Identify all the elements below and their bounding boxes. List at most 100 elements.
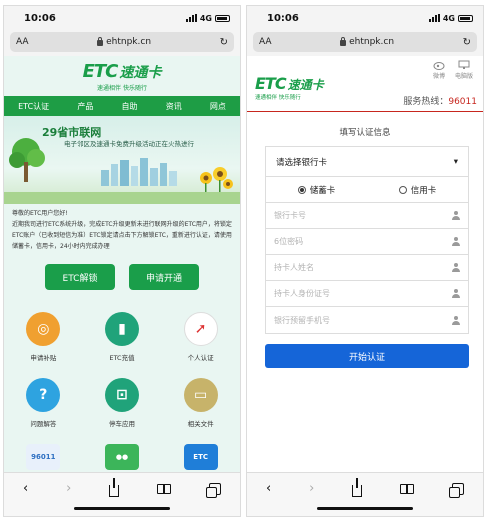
pin-input[interactable] (274, 237, 424, 246)
back-icon[interactable]: ‹ (23, 481, 28, 496)
tree-illustration (9, 138, 45, 182)
grid-item-subsidy[interactable]: ◎ 申请补贴 (4, 312, 83, 378)
nav-item-outlets[interactable]: 网点 (210, 101, 226, 112)
web-content: ETC 速通卡 速通相伴 快乐随行 ETC认证 产品 自助 资讯 网点 29省市… (4, 56, 240, 472)
screenshot: 10:06 4G AA ehtnpk.cn ↻ ETC 速通卡 速通相伴 快乐随… (0, 0, 488, 522)
address-bar[interactable]: AA ehtnpk.cn ↻ (10, 32, 234, 52)
notice-text: 尊敬的ETC用户您好! 近期我司进行ETC系统升级，完成ETC升级更新未进行联网… (4, 204, 240, 252)
hotline-96011-icon: 96011 (26, 444, 61, 470)
nav-item-etc-auth[interactable]: ETC认证 (18, 101, 49, 112)
reload-icon[interactable]: ↻ (463, 37, 471, 48)
status-time: 10:06 (24, 12, 56, 24)
right-phone-screen: 10:06 4G AA ehtnpk.cn ↻ ETC 速通卡 速通相伴 快乐随… (246, 5, 484, 517)
url-text[interactable]: ehtnpk.cn (349, 37, 394, 47)
forward-icon[interactable]: › (309, 481, 314, 496)
left-phone-screen: 10:06 4G AA ehtnpk.cn ↻ ETC 速通卡 速通相伴 快乐随… (3, 5, 241, 517)
card-number-row (266, 203, 468, 229)
wechat-icon: ●● (104, 444, 139, 470)
debit-card-radio[interactable]: 储蓄卡 (297, 184, 335, 196)
reload-icon[interactable]: ↻ (220, 37, 228, 48)
logo-cn-text: 速通卡 (287, 78, 324, 92)
forward-icon[interactable]: › (66, 481, 71, 496)
logo-etc-text: ETC (255, 74, 287, 93)
lock-icon (97, 37, 104, 46)
car-icon: ⊡ (104, 378, 139, 412)
site-logo[interactable]: ETC 速通卡 速通相伴 快乐随行 (4, 56, 240, 96)
bookmarks-icon[interactable] (400, 484, 415, 494)
auth-form: 请选择银行卡 ▾ 储蓄卡 信用卡 (265, 146, 469, 334)
battery-icon (215, 14, 230, 22)
user-icon (452, 289, 460, 298)
status-bar: 10:06 4G (247, 6, 483, 30)
share-icon[interactable] (352, 478, 363, 497)
signal-icon (185, 14, 197, 22)
hotline-number[interactable]: 96011 (448, 97, 477, 107)
home-indicator (317, 507, 413, 510)
card-number-input[interactable] (274, 211, 424, 220)
grid-item-etc-card[interactable]: ETC (161, 444, 240, 472)
service-grid: ◎ 申请补贴 ▮ ETC充值 ➚ 个人认证 ? 问题解答 ⊡ 停车应用 ▭ 相关… (4, 312, 240, 472)
nav-item-products[interactable]: 产品 (77, 101, 93, 112)
phone-row (266, 307, 468, 333)
main-nav: ETC认证 产品 自助 资讯 网点 (4, 96, 240, 116)
nav-item-self-service[interactable]: 自助 (122, 101, 138, 112)
nav-item-news[interactable]: 资讯 (166, 101, 182, 112)
promo-banner[interactable]: 29省市联网 电子邻区及速通卡免费升级活动正在火热进行 (4, 116, 240, 204)
card-type-group: 储蓄卡 信用卡 (266, 177, 468, 203)
bank-card-select[interactable]: 请选择银行卡 ▾ (266, 147, 468, 177)
grid-item-documents[interactable]: ▭ 相关文件 (161, 378, 240, 444)
cta-row: ETC解锁 申请开通 (4, 264, 240, 290)
weibo-icon (433, 62, 445, 70)
browser-toolbar: ‹ › (247, 472, 483, 516)
text-size-button[interactable]: AA (259, 37, 272, 47)
question-icon: ? (26, 378, 61, 412)
start-auth-button[interactable]: 开始认证 (265, 344, 469, 368)
site-header: ETC 速通卡 速通相伴 快乐随行 微博 电脑版 服务热线：96011 (247, 56, 483, 112)
notice-body: 近期我司进行ETC系统升级，完成ETC升级更新未进行联网升级的ETC用户，将锁定… (12, 221, 232, 250)
notice-greeting: 尊敬的ETC用户您好! (12, 210, 68, 217)
status-time: 10:06 (267, 12, 299, 24)
user-icon (452, 237, 460, 246)
grid-item-parking[interactable]: ⊡ 停车应用 (83, 378, 162, 444)
phone-input[interactable] (274, 315, 424, 325)
pc-version-link[interactable]: 电脑版 (455, 60, 473, 80)
bookmarks-icon[interactable] (157, 484, 172, 494)
grid-item-wechat[interactable]: ●● (83, 444, 162, 472)
logo-cn-text: 速通卡 (119, 64, 162, 81)
back-icon[interactable]: ‹ (266, 481, 271, 496)
browser-toolbar: ‹ › (4, 472, 240, 516)
radio-checked-icon (297, 185, 306, 194)
tabs-icon[interactable] (205, 483, 221, 498)
book-icon: ▭ (183, 378, 218, 412)
social-links: 微博 电脑版 (433, 60, 473, 80)
card-icon: ▮ (104, 312, 139, 346)
apply-activation-button[interactable]: 申请开通 (129, 264, 199, 290)
cardholder-name-row (266, 255, 468, 281)
banner-subtitle: 电子邻区及速通卡免费升级活动正在火热进行 (64, 140, 194, 148)
weibo-link[interactable]: 微博 (433, 60, 445, 80)
radio-unchecked-icon (398, 185, 407, 194)
site-logo[interactable]: ETC 速通卡 速通相伴 快乐随行 (255, 74, 324, 101)
banner-ground (4, 192, 240, 204)
lock-icon (340, 37, 347, 46)
network-label: 4G (442, 13, 455, 23)
logo-slogan: 速通相伴 快乐随行 (255, 95, 301, 101)
grid-item-hotline[interactable]: 96011 (4, 444, 83, 472)
web-content: ETC 速通卡 速通相伴 快乐随行 微博 电脑版 服务热线：96011 填写认证… (247, 56, 483, 472)
grid-item-faq[interactable]: ? 问题解答 (4, 378, 83, 444)
text-size-button[interactable]: AA (16, 37, 29, 47)
grid-item-recharge[interactable]: ▮ ETC充值 (83, 312, 162, 378)
tabs-icon[interactable] (448, 483, 464, 498)
id-number-input[interactable] (274, 289, 424, 298)
form-title: 填写认证信息 (339, 128, 391, 138)
cardholder-name-input[interactable] (274, 263, 424, 272)
status-bar: 10:06 4G (4, 6, 240, 30)
etc-unlock-button[interactable]: ETC解锁 (45, 264, 115, 290)
address-bar[interactable]: AA ehtnpk.cn ↻ (253, 32, 477, 52)
credit-card-radio[interactable]: 信用卡 (398, 184, 436, 196)
url-text[interactable]: ehtnpk.cn (106, 37, 151, 47)
grid-item-personal-auth[interactable]: ➚ 个人认证 (161, 312, 240, 378)
network-label: 4G (199, 13, 212, 23)
service-hotline: 服务热线：96011 (403, 97, 477, 107)
share-icon[interactable] (109, 478, 120, 497)
